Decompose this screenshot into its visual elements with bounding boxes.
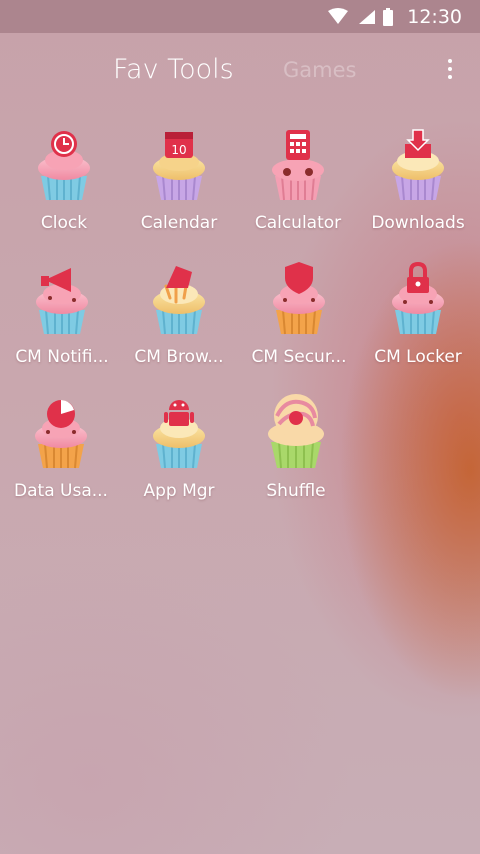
app-label: CM Locker (374, 347, 462, 367)
battery-icon (383, 7, 394, 26)
calculator-icon (272, 130, 324, 201)
app-label: Calendar (140, 213, 218, 233)
app-cm-browser[interactable]: CM Brow... (120, 258, 238, 378)
folder-tabs: Fav Tools Games (0, 50, 480, 92)
app-app-mgr[interactable]: App Mgr (120, 392, 238, 512)
pie-chart-icon (35, 400, 87, 469)
app-cm-locker[interactable]: CM Locker (359, 258, 477, 378)
megaphone-icon (36, 268, 88, 335)
app-label: CM Secur... (251, 347, 347, 367)
shuffle-icon (268, 394, 324, 469)
wifi-icon (328, 7, 349, 24)
app-calendar[interactable]: 10 Calendar (120, 124, 238, 244)
app-cm-notifi[interactable]: CM Notifi... (3, 258, 121, 378)
status-clock: 12:30 (407, 5, 462, 28)
app-label: App Mgr (143, 481, 215, 501)
app-label: Shuffle (266, 481, 326, 501)
app-data-usage[interactable]: Data Usa... (2, 392, 120, 512)
app-label: CM Notifi... (15, 347, 109, 367)
clock-icon (38, 131, 90, 201)
app-downloads[interactable]: Downloads (359, 124, 477, 244)
app-shuffle[interactable]: Shuffle (237, 392, 355, 512)
app-calculator[interactable]: Calculator (239, 124, 357, 244)
tab-fav-tools[interactable]: Fav Tools (113, 50, 234, 90)
overflow-menu-button[interactable] (440, 55, 460, 89)
app-label: Calculator (254, 213, 342, 233)
app-cm-security[interactable]: CM Secur... (240, 258, 358, 378)
android-icon (153, 400, 205, 469)
app-label: CM Brow... (134, 347, 224, 367)
app-label: Data Usa... (14, 481, 108, 501)
calendar-icon: 10 (153, 132, 205, 201)
app-clock[interactable]: Clock (5, 124, 123, 244)
shield-icon (273, 262, 325, 335)
status-bar: 12:30 (0, 0, 480, 33)
svg-text:10: 10 (171, 143, 186, 157)
app-label: Clock (40, 213, 88, 233)
status-icons: 12:30 (327, 0, 480, 33)
download-icon (392, 129, 444, 201)
app-label: Downloads (371, 213, 465, 233)
tab-games[interactable]: Games (283, 50, 356, 90)
signal-icon (359, 9, 376, 24)
lock-icon (392, 261, 444, 335)
browser-icon (153, 266, 205, 335)
